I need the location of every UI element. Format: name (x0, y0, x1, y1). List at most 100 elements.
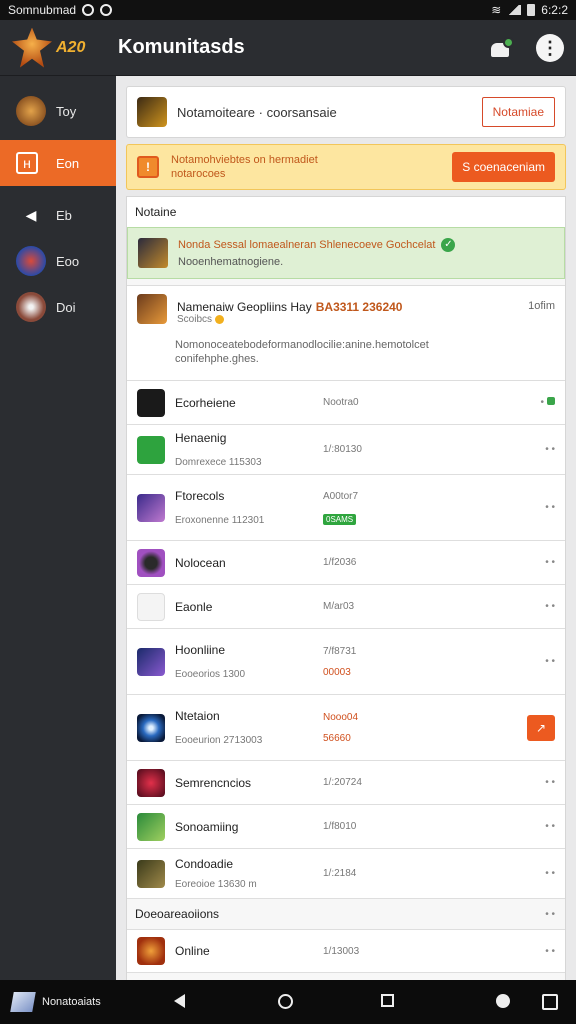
item-meta: 7/f8731 (323, 645, 357, 657)
item-more-button[interactable]: • • (545, 868, 555, 879)
warning-action-button[interactable]: S coenaceniam (452, 152, 555, 182)
sidebar-item-doi[interactable]: Doi (0, 284, 116, 330)
more-options-button[interactable]: ⋮ (536, 33, 564, 62)
section-more-button[interactable]: • • (545, 909, 555, 920)
sidebar-item-eb[interactable]: ◀ Eb (0, 192, 116, 238)
status-badge: 0SAMS (323, 513, 357, 525)
featured-item[interactable]: Namenaiw Geopliins Hay BA3311 236240 1ofi… (127, 285, 565, 381)
item-name: Hoonliine (175, 643, 226, 657)
list-item[interactable]: Ecorheiene Nootra0 • (127, 381, 565, 425)
featured-title: Namenaiw Geopliins Hay (177, 300, 312, 314)
list-item[interactable]: Henaenig Domrexece 115303 1/:80130 • • (127, 425, 565, 475)
item-thumbnail (137, 435, 165, 464)
signal-icon (507, 5, 522, 15)
warning-icon: ! (137, 156, 159, 178)
sidebar-item-label: Toy (56, 103, 77, 119)
status-bar: Somnubmad ≋ 6:2:2 (0, 0, 576, 20)
app-icon (10, 992, 36, 1012)
item-name: Ftorecols (175, 489, 225, 503)
item-more-button[interactable]: • • (545, 777, 555, 788)
item-meta: 1/:2184 (323, 868, 357, 879)
list-heading: Notaine (127, 197, 565, 227)
featured-thumbnail (137, 294, 167, 324)
star-icon (16, 292, 46, 322)
featured-accent: BA3311 236240 (315, 300, 403, 314)
main-panel: Notamoiteare · coorsansaie Notamiae ! No… (116, 76, 576, 980)
list-item[interactable]: Condoadie Eoreoioe 13630 m 1/:2184 • • (127, 849, 565, 899)
item-meta: Nootra0 (323, 397, 359, 408)
item-thumbnail (137, 768, 165, 797)
warning-line-2: notarocoes (171, 168, 226, 180)
warning-line-1: Notamohviebtes on hermadiet (171, 154, 318, 166)
list-item[interactable]: Ntetaion Eooeurion 2713003 Nooo04 56660 … (127, 695, 565, 761)
logo-badge-icon (12, 27, 52, 68)
edit-icon[interactable] (542, 994, 558, 1010)
item-thumbnail (137, 859, 165, 888)
list-item[interactable]: Online 1/13003 • • (127, 929, 565, 973)
featured-time: 1ofim (528, 300, 555, 312)
share-button[interactable]: ↗ (527, 714, 555, 741)
app-logo[interactable]: A20 (12, 26, 94, 70)
notification-action-button[interactable]: Notamiae (481, 97, 555, 127)
success-banner[interactable]: Nonda Sessal lomaealneran Shlenecoeve Go… (127, 227, 565, 279)
item-more-button[interactable]: • • (545, 444, 555, 455)
recent-apps-icon[interactable] (381, 994, 394, 1007)
item-more-button[interactable]: • • (545, 946, 555, 957)
sidebar-item-eon[interactable]: ʜ Eon (0, 140, 116, 186)
status-time: 6:2:2 (541, 3, 568, 17)
item-thumbnail (137, 647, 165, 676)
page-title: Komunitasds (118, 36, 245, 58)
home-icon[interactable] (278, 994, 293, 1009)
item-more-button[interactable]: • • (545, 656, 555, 667)
item-more-button[interactable]: • • (545, 502, 555, 513)
featured-tag: Scoibcs (177, 314, 213, 325)
assistant-icon[interactable] (496, 994, 510, 1008)
success-thumbnail (138, 238, 168, 268)
taskbar-app[interactable]: Nonatoaiats (10, 992, 101, 1012)
item-thumbnail (137, 592, 165, 621)
item-more-button[interactable]: • • (545, 557, 555, 568)
notifications-button[interactable] (488, 35, 514, 61)
list-item[interactable]: Ftorecols Eroxonenne 112301 A00tor7 0SAM… (127, 475, 565, 541)
item-name: Online (175, 944, 210, 958)
system-nav-bar: Nonatoaiats (0, 980, 576, 1024)
item-status: • (540, 397, 555, 408)
app-header: A20 Komunitasds ⋮ (0, 20, 576, 76)
back-icon[interactable] (174, 994, 185, 1008)
item-meta: Nooo04 (323, 711, 359, 723)
notification-list: Notaine Nonda Sessal lomaealneran Shlene… (126, 196, 566, 980)
sidebar-item-label: Doi (56, 299, 76, 315)
sidebar-item-eoo[interactable]: Eoo (0, 238, 116, 284)
sidebar-item-label: Eoo (56, 253, 80, 269)
battery-icon (527, 4, 536, 16)
item-highlight: 00003 (323, 666, 351, 678)
logo-text: A20 (56, 38, 86, 56)
item-name: Ntetaion (175, 709, 220, 723)
notification-icon (82, 4, 95, 16)
list-item[interactable]: Semrencncios 1/:20724 • • (127, 761, 565, 805)
item-meta: 1/:20724 (323, 777, 362, 788)
status-app-label: Somnubmad (8, 3, 77, 17)
sidebar-item-label: Eon (56, 155, 80, 171)
success-title: Nonda Sessal lomaealneran Shlenecoeve Go… (178, 238, 436, 251)
item-more-button[interactable]: • • (545, 821, 555, 832)
list-item[interactable]: Sonoamiing 1/f8010 • • (127, 805, 565, 849)
sidebar-item-toy[interactable]: Toy (0, 88, 116, 134)
sidebar-item-label: Eb (56, 207, 72, 223)
item-thumbnail (137, 548, 165, 577)
sidebar: Toy ʜ Eon ◀ Eb Eoo Doi (0, 76, 116, 980)
item-name: Semrencncios (175, 775, 252, 790)
item-name: Condoadie (175, 857, 234, 871)
item-subtitle: Eooeorios 1300 (175, 669, 246, 680)
unread-dot-icon (503, 36, 514, 48)
item-more-button[interactable]: • • (545, 601, 555, 612)
coin-icon (215, 314, 225, 324)
item-thumbnail (137, 812, 165, 841)
list-item[interactable]: Nolocean 1/f2036 • • (127, 541, 565, 585)
list-item[interactable]: Hoonliine Eooeorios 1300 7/f8731 00003 •… (127, 629, 565, 695)
item-meta: 1/13003 (323, 945, 360, 957)
item-subtitle: Eooeurion 2713003 (175, 735, 263, 746)
item-meta: A00tor7 (323, 490, 359, 502)
item-subtitle: Eoreoioe 13630 m (175, 879, 257, 890)
list-item[interactable]: Eaonle M/ar03 • • (127, 585, 565, 629)
